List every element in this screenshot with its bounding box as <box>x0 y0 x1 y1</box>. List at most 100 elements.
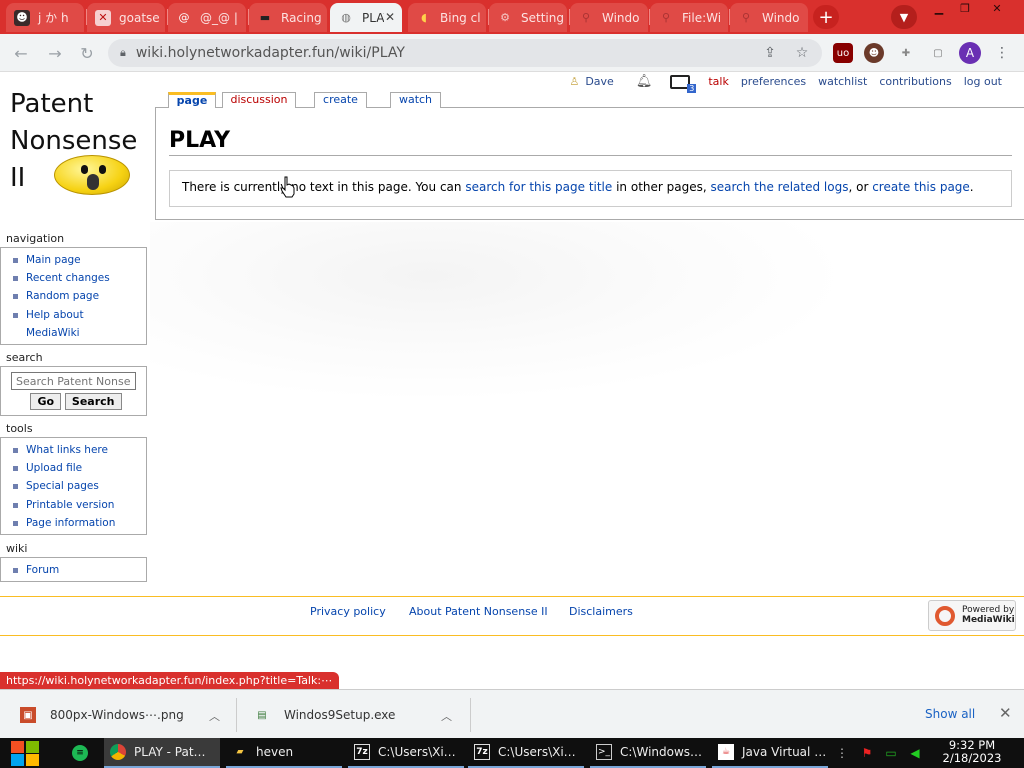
tools-printable-version[interactable]: Printable version <box>11 496 142 514</box>
tools-page-information[interactable]: Page information <box>11 514 142 532</box>
taskbar-item[interactable]: PLAY - Pat… <box>104 738 220 768</box>
menu-kebab-icon[interactable]: ⋮ <box>994 45 1010 61</box>
network-icon[interactable]: ▭ <box>882 745 900 761</box>
close-window-button[interactable]: ✕ <box>988 2 1006 16</box>
browser-tab[interactable]: ⚲ Windo <box>730 3 808 32</box>
tools-upload-file[interactable]: Upload file <box>11 459 142 477</box>
nav-random-page[interactable]: Random page <box>11 287 142 305</box>
minimize-button[interactable]: ▁ <box>930 2 948 16</box>
tools-what-links-here[interactable]: What links here <box>11 441 142 459</box>
tab-title: @_@ | <box>200 10 238 25</box>
browser-tab[interactable]: ⚲ Windo <box>570 3 648 32</box>
volume-icon[interactable]: ◀︎ <box>906 745 924 761</box>
download-item[interactable]: ▤ Windos9Setup.exe ︿ <box>254 690 452 740</box>
close-tab-icon[interactable]: ✕ <box>385 10 395 24</box>
taskbar-label: C:\Users\Xi… <box>378 745 456 759</box>
search-logs-link[interactable]: search the related logs <box>710 180 848 194</box>
taskbar-label: Java Virtual … <box>742 745 827 759</box>
pinned-app[interactable]: ≡ <box>66 738 96 768</box>
user-link[interactable]: Dave <box>585 75 614 88</box>
disclaimers-link[interactable]: Disclaimers <box>569 605 633 618</box>
tab-discussion[interactable]: discussion <box>222 92 296 108</box>
download-item[interactable]: ▣ 800px-Windows⋯.png ︿ <box>20 690 220 740</box>
search-portlet: search Go Search <box>0 351 147 416</box>
overflow-tray-icon[interactable]: ⋮ <box>836 745 848 761</box>
tab-watch[interactable]: watch <box>390 92 441 108</box>
browser-tab[interactable]: ⚲ File:Wi <box>650 3 728 32</box>
7zip-icon: 7z <box>474 744 490 760</box>
wiki-icon: ⚲ <box>661 11 671 24</box>
about-link[interactable]: About Patent Nonsense II <box>409 605 548 618</box>
browser-tab[interactable]: ▬ Racing <box>249 3 327 32</box>
share-icon[interactable]: ⇪ <box>762 45 778 61</box>
browser-tab[interactable]: ✕ goatse <box>87 3 165 32</box>
new-tab-button[interactable]: + <box>813 5 839 29</box>
tab-search-button[interactable]: ▼ <box>891 5 917 29</box>
tools-special-pages[interactable]: Special pages <box>11 477 142 495</box>
portlet-heading: tools <box>6 422 33 435</box>
contributions-link[interactable]: contributions <box>879 75 951 88</box>
restore-button[interactable]: ❐ <box>956 2 974 16</box>
bookmark-star-icon[interactable]: ☆ <box>794 45 810 61</box>
go-button[interactable]: Go <box>30 393 62 410</box>
navigation-portlet: navigation Main page Recent changes Rand… <box>0 232 147 346</box>
browser-tab[interactable]: ☻ j か h <box>6 3 84 32</box>
taskbar-label: C:\Windows… <box>620 745 703 759</box>
reload-button[interactable]: ↻ <box>76 42 98 64</box>
address-text: wiki.holynetworkadapter.fun/wiki/PLAY <box>135 45 405 61</box>
profile-avatar[interactable]: A <box>959 42 981 64</box>
ublock-icon[interactable]: uo <box>833 43 853 63</box>
tab-create[interactable]: create <box>314 92 367 108</box>
at-sign-icon: @ <box>178 11 190 24</box>
browser-toolbar: ← → ↻ 🔒︎ wiki.holynetworkadapter.fun/wik… <box>0 34 1024 72</box>
taskbar-label: heven <box>256 745 294 759</box>
chevron-up-icon[interactable]: ︿ <box>441 708 452 724</box>
taskbar-item[interactable]: ☕︎ Java Virtual … <box>712 738 828 768</box>
show-all-downloads-link[interactable]: Show all <box>925 707 975 721</box>
browser-tab[interactable]: ◖ Bing cl <box>408 3 486 32</box>
page-title: PLAY <box>169 128 1012 156</box>
browser-tab[interactable]: ⚙ Setting <box>489 3 567 32</box>
search-input[interactable] <box>11 372 136 390</box>
extensions-puzzle-icon[interactable]: ✚ <box>896 43 916 63</box>
preferences-link[interactable]: preferences <box>741 75 806 88</box>
powered-by-text: MediaWiki <box>962 615 1015 625</box>
nav-help[interactable]: Help about MediaWiki <box>11 306 101 342</box>
logout-link[interactable]: log out <box>964 75 1002 88</box>
watchlist-link[interactable]: watchlist <box>818 75 867 88</box>
talk-link[interactable]: talk <box>708 75 728 88</box>
powered-by-mediawiki-badge[interactable]: Powered by MediaWiki <box>928 600 1016 631</box>
browser-tab[interactable]: @ @_@ | <box>168 3 246 32</box>
wiki-forum-link[interactable]: Forum <box>11 561 142 579</box>
taskbar-item[interactable]: 7z C:\Users\Xi… <box>348 738 464 768</box>
address-bar[interactable]: 🔒︎ wiki.holynetworkadapter.fun/wiki/PLAY <box>108 39 822 67</box>
tab-page[interactable]: page <box>168 92 216 108</box>
browser-tab-active[interactable]: ◍ PLAY ✕ <box>330 3 402 32</box>
notices-icon[interactable]: 3 <box>670 74 697 93</box>
taskbar-item[interactable]: 7z C:\Users\Xi… <box>468 738 584 768</box>
privacy-policy-link[interactable]: Privacy policy <box>310 605 386 618</box>
create-page-link[interactable]: create this page <box>872 180 970 194</box>
notice-text: , or <box>848 180 873 194</box>
chevron-up-icon[interactable]: ︿ <box>209 708 220 724</box>
footer: Privacy policy About Patent Nonsense II … <box>0 596 1024 636</box>
search-button[interactable]: Search <box>64 393 122 410</box>
bell-icon[interactable]: 🔔︎ <box>636 74 653 89</box>
start-button[interactable] <box>10 738 44 768</box>
system-clock[interactable]: 9:32 PM 2/18/2023 <box>932 739 1012 765</box>
nav-main-page[interactable]: Main page <box>11 251 142 269</box>
side-panel-icon[interactable]: ▢ <box>928 43 948 63</box>
back-button[interactable]: ← <box>10 42 32 64</box>
taskbar-item[interactable]: >_ C:\Windows… <box>590 738 706 768</box>
forward-button[interactable]: → <box>44 42 66 64</box>
search-title-link[interactable]: search for this page title <box>465 180 612 194</box>
user-icon: ♙ <box>569 75 580 88</box>
extension-avatar-icon[interactable]: ☻ <box>864 43 884 63</box>
nav-recent-changes[interactable]: Recent changes <box>11 269 142 287</box>
mediawiki-flower-icon <box>935 606 955 626</box>
taskbar-item[interactable]: ▰ heven <box>226 738 342 768</box>
close-shelf-icon[interactable]: ✕ <box>999 704 1012 722</box>
smiley-logo-icon <box>54 155 130 195</box>
flag-icon[interactable]: ⚑ <box>858 745 876 761</box>
anime-face-icon: ☻ <box>14 9 30 26</box>
